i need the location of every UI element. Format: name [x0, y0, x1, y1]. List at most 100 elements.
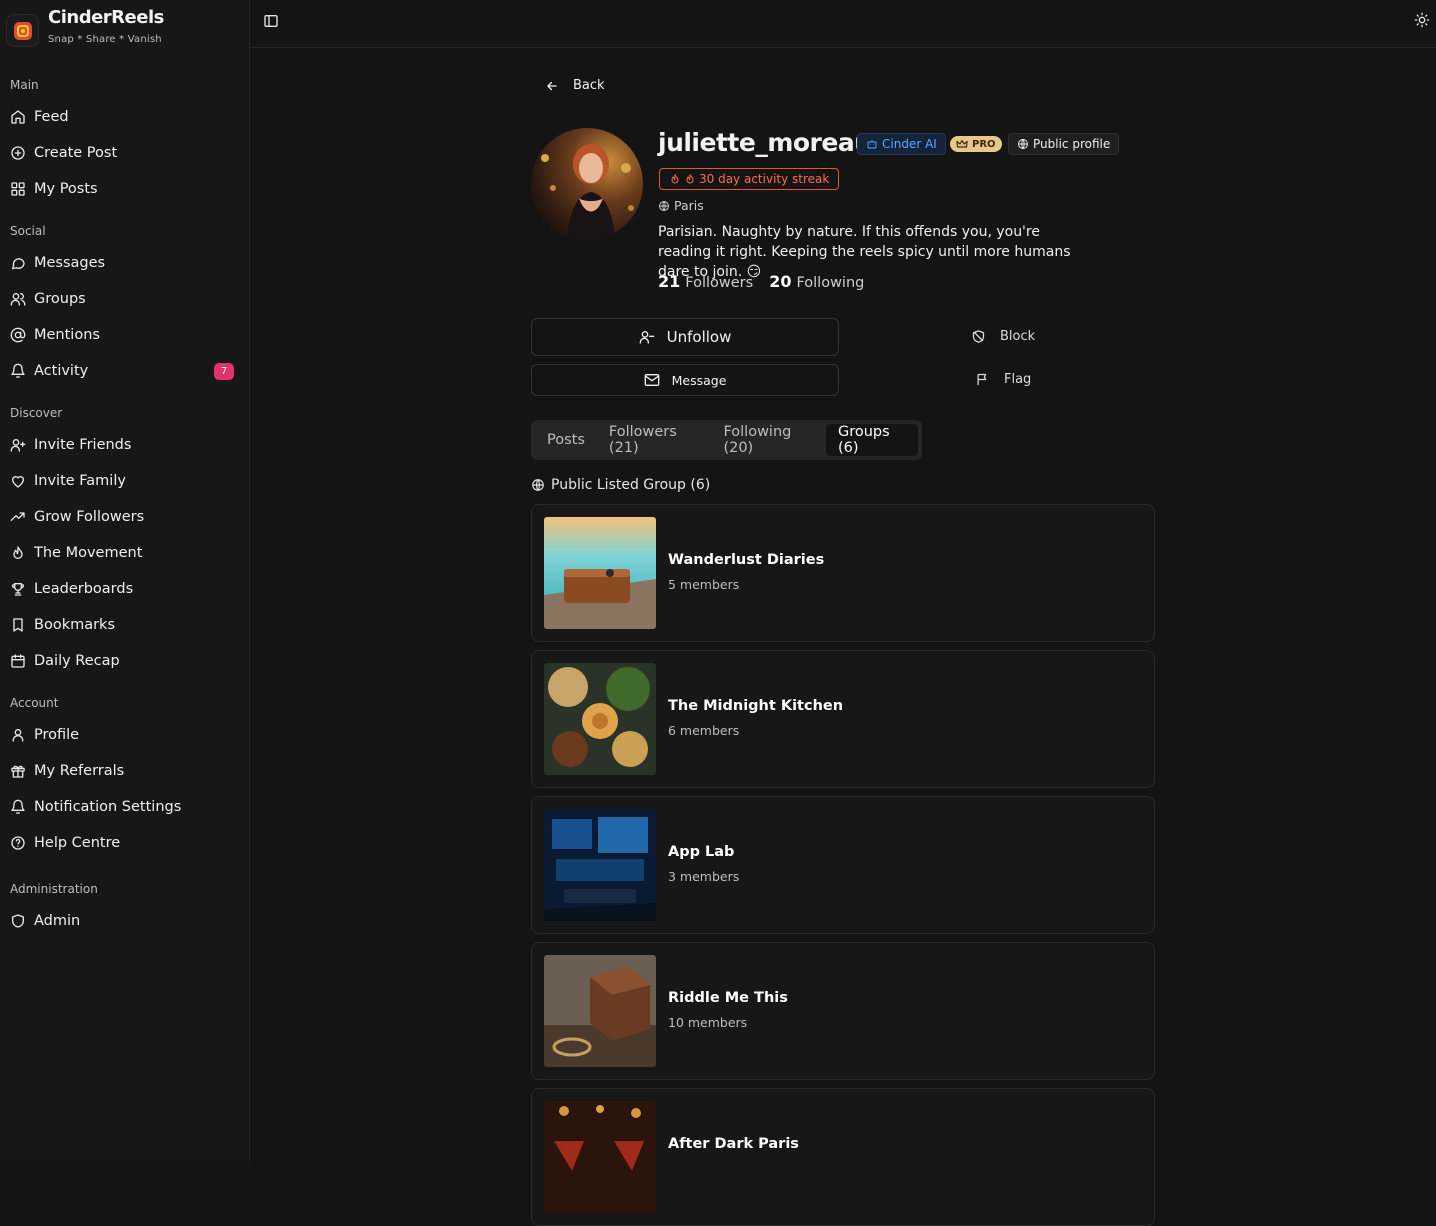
tab-followers[interactable]: Followers (21)	[597, 424, 712, 456]
streak-label: 30 day activity streak	[699, 172, 830, 186]
tab-groups[interactable]: Groups (6)	[825, 424, 919, 456]
brand[interactable]: CinderReels Snap * Share * Vanish	[6, 8, 164, 47]
sidebar-item-admin[interactable]: Admin	[10, 907, 240, 935]
globe-icon	[1018, 139, 1028, 149]
group-member-count: 10 members	[668, 1015, 748, 1030]
sidebar-item-bookmarks[interactable]: Bookmarks	[10, 611, 240, 639]
heart-icon	[10, 473, 26, 489]
flame-icon	[10, 545, 26, 561]
sidebar-item-label: Leaderboards	[34, 581, 134, 597]
app-name: CinderReels	[48, 7, 164, 28]
sidebar-item-feed[interactable]: Feed	[10, 103, 240, 131]
nav-section-account: Account	[10, 696, 59, 710]
sidebar-toggle-icon[interactable]	[263, 13, 281, 31]
sidebar-item-label: My Posts	[34, 181, 98, 197]
profile-location: Paris	[658, 198, 704, 213]
sidebar-item-leaderboards[interactable]: Leaderboards	[10, 575, 240, 603]
sidebar-item-label: Mentions	[34, 327, 100, 343]
flag-button[interactable]: Flag	[975, 372, 1031, 387]
sidebar-item-label: Bookmarks	[34, 617, 116, 633]
group-member-count: 3 members	[668, 869, 740, 884]
group-card[interactable]: After Dark Paris	[531, 1088, 1155, 1226]
sidebar-item-label: Profile	[34, 727, 80, 743]
sidebar-item-label: Invite Friends	[34, 437, 132, 453]
sidebar-item-grow-followers[interactable]: Grow Followers	[10, 503, 240, 531]
users-icon	[10, 291, 26, 307]
sidebar-item-notification-settings[interactable]: Notification Settings	[10, 793, 240, 821]
group-name: Wanderlust Diaries	[668, 552, 825, 568]
bell-icon	[10, 363, 26, 379]
following-count: 20	[769, 272, 792, 291]
sidebar-item-label: Feed	[34, 109, 69, 125]
group-thumbnail	[544, 517, 656, 629]
crown-icon	[956, 139, 968, 148]
message-button[interactable]: Message	[531, 364, 839, 396]
sidebar-item-label: Create Post	[34, 145, 118, 161]
tab-posts[interactable]: Posts	[535, 424, 597, 456]
sidebar-item-invite-family[interactable]: Invite Family	[10, 467, 240, 495]
home-icon	[10, 109, 26, 125]
group-card[interactable]: Wanderlust Diaries 5 members	[531, 504, 1155, 642]
block-label: Block	[1000, 329, 1036, 344]
sidebar-item-label: Grow Followers	[34, 509, 145, 525]
app-logo-icon	[6, 14, 39, 47]
bookmark-icon	[10, 617, 26, 633]
group-member-count: 6 members	[668, 723, 740, 738]
sidebar-item-invite-friends[interactable]: Invite Friends	[10, 431, 240, 459]
groups-section-title: Public Listed Group (6)	[551, 477, 711, 493]
profile-stats: 21 Followers 20 Following	[658, 272, 880, 291]
gift-icon	[10, 763, 26, 779]
user-minus-icon	[639, 331, 654, 344]
sidebar-item-label: Groups	[34, 291, 86, 307]
group-card[interactable]: The Midnight Kitchen 6 members	[531, 650, 1155, 788]
sidebar-item-label: Invite Family	[34, 473, 126, 489]
sidebar-item-label: Help Centre	[34, 835, 121, 851]
sidebar-item-label: Notification Settings	[34, 799, 182, 815]
followers-stat[interactable]: 21 Followers	[658, 272, 753, 291]
nav-section-administration: Administration	[10, 882, 98, 896]
sidebar-item-messages[interactable]: Messages	[10, 249, 240, 277]
arrow-left-icon	[547, 81, 557, 90]
sidebar-item-my-posts[interactable]: My Posts	[10, 175, 240, 203]
sun-icon[interactable]	[1414, 12, 1432, 30]
pro-badge: PRO	[950, 136, 1002, 152]
back-button[interactable]: Back	[545, 78, 605, 93]
group-card[interactable]: App Lab 3 members	[531, 796, 1155, 934]
sidebar-item-mentions[interactable]: Mentions	[10, 321, 240, 349]
sidebar: CinderReels Snap * Share * Vanish Main F…	[0, 0, 250, 1161]
sidebar-item-daily-recap[interactable]: Daily Recap	[10, 647, 240, 675]
followers-count: 21	[658, 272, 681, 291]
message-icon	[10, 255, 26, 271]
trophy-icon	[10, 581, 26, 597]
sidebar-item-create-post[interactable]: Create Post	[10, 139, 240, 167]
sidebar-item-label: Daily Recap	[34, 653, 120, 669]
activity-streak-badge: 30 day activity streak	[659, 168, 840, 190]
nav-section-discover: Discover	[10, 406, 63, 420]
group-thumbnail	[544, 955, 656, 1067]
bot-icon	[867, 140, 877, 149]
app-tagline: Snap * Share * Vanish	[48, 34, 162, 45]
sidebar-item-help-centre[interactable]: Help Centre	[10, 829, 240, 857]
group-name: Riddle Me This	[668, 990, 788, 1006]
sidebar-item-my-referrals[interactable]: My Referrals	[10, 757, 240, 785]
sidebar-item-groups[interactable]: Groups	[10, 285, 240, 313]
sidebar-item-the-movement[interactable]: The Movement	[10, 539, 240, 567]
group-card[interactable]: Riddle Me This 10 members	[531, 942, 1155, 1080]
pro-label: PRO	[972, 138, 996, 150]
block-button[interactable]: Block	[971, 329, 1035, 344]
mail-icon	[644, 374, 659, 386]
flame-icon	[686, 174, 694, 184]
trending-up-icon	[10, 509, 26, 525]
at-icon	[10, 327, 26, 343]
shield-off-icon	[972, 330, 985, 343]
tab-following[interactable]: Following (20)	[711, 424, 826, 456]
sidebar-item-profile[interactable]: Profile	[10, 721, 240, 749]
sidebar-item-label: Admin	[34, 913, 81, 929]
group-thumbnail	[544, 1101, 656, 1213]
help-circle-icon	[10, 835, 26, 851]
profile-username: juliette_moreau	[658, 128, 872, 157]
unfollow-button[interactable]: Unfollow	[531, 318, 839, 356]
following-stat[interactable]: 20 Following	[769, 272, 864, 291]
group-name: After Dark Paris	[668, 1136, 799, 1152]
sidebar-item-activity[interactable]: Activity 7	[10, 357, 240, 385]
